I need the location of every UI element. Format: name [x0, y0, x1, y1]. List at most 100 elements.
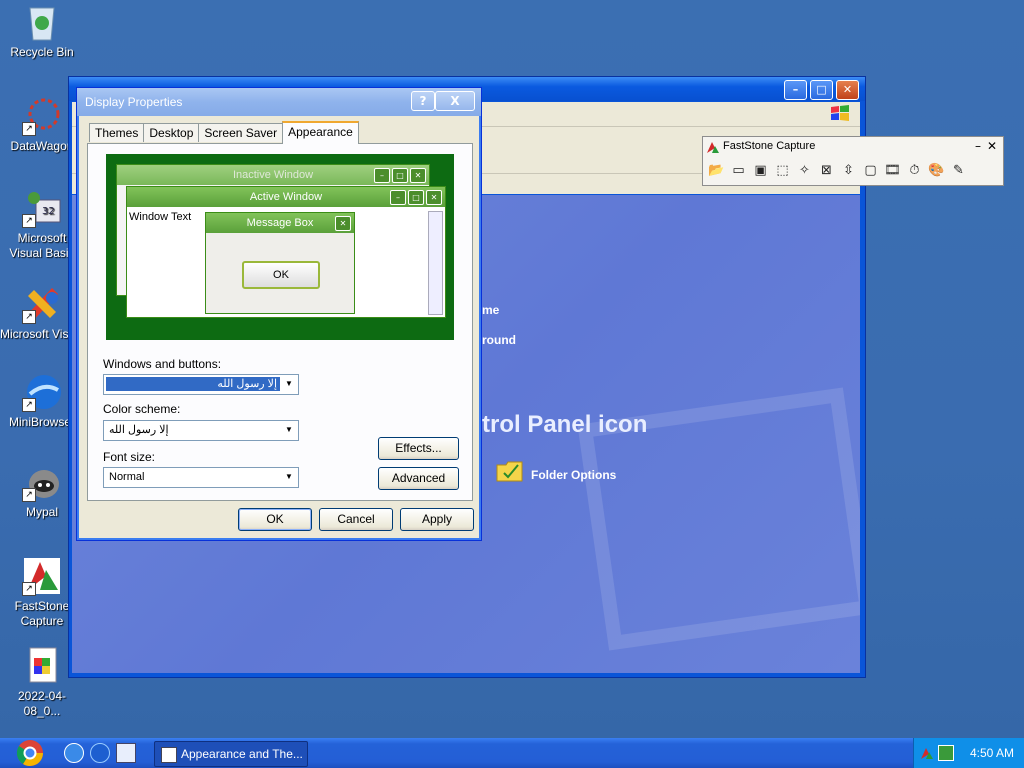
faststone-icon: ↗ [22, 556, 62, 596]
tab-screen-saver[interactable]: Screen Saver [198, 123, 284, 142]
dialog-close-button[interactable]: X [435, 91, 475, 111]
capture-window-icon[interactable]: ▭ [729, 162, 748, 180]
mypal-icon: ↗ [22, 462, 62, 502]
visual-basic-icon: 32 ↗ [22, 188, 62, 228]
link-theme[interactable]: me [482, 303, 499, 317]
appearance-preview: Inactive Window – □ ✕ Active Window – □ ✕ Wi… [106, 154, 454, 340]
close-icon: ✕ [426, 190, 442, 205]
font-size-label: Font size: [103, 450, 156, 464]
control-panel-task-icon [161, 746, 177, 763]
tab-desktop[interactable]: Desktop [143, 123, 200, 142]
svg-text:32: 32 [42, 206, 55, 217]
recycle-bin-icon [22, 2, 62, 42]
message-box-preview: Message Box ✕ OK [205, 212, 355, 314]
windows-buttons-value: إلا رسول الله [106, 377, 280, 391]
apply-button[interactable]: Apply [400, 508, 474, 531]
image-file-icon [22, 646, 62, 686]
chevron-down-icon[interactable]: ▼ [281, 422, 297, 438]
advanced-button[interactable]: Advanced [378, 467, 459, 490]
maximize-icon: □ [408, 190, 424, 205]
folder-options-icon [496, 459, 524, 483]
control-panel-icon-heading: trol Panel icon [482, 411, 648, 438]
close-button[interactable]: ✕ [836, 80, 859, 100]
appearance-panel: Inactive Window – □ ✕ Active Window – □ ✕ Wi… [87, 143, 473, 501]
capture-scrolling-icon[interactable]: ⇳ [839, 162, 858, 180]
link-background[interactable]: round [482, 333, 516, 347]
faststone-logo-icon [706, 140, 720, 154]
desktop-icon-label: Recycle Bin [10, 45, 74, 59]
faststone-tray-icon[interactable] [920, 746, 934, 760]
visual-cpp-icon: ↗ [22, 284, 62, 324]
desktop-icon-label: 2022-04-08_0... [17, 689, 67, 718]
capture-fixed-region-icon[interactable]: ▢ [861, 162, 880, 180]
message-box-ok-button: OK [242, 261, 320, 289]
network-tray-icon[interactable] [938, 745, 954, 761]
start-button[interactable] [0, 738, 58, 768]
faststone-close-button[interactable]: ✕ [987, 139, 997, 153]
output-options-icon[interactable]: 🎨 [927, 162, 946, 180]
chevron-down-icon[interactable]: ▼ [281, 469, 297, 485]
shortcut-arrow-icon: ↗ [22, 398, 36, 412]
minimize-icon: – [374, 168, 390, 183]
shortcut-arrow-icon: ↗ [22, 310, 36, 324]
link-folder-options[interactable]: Folder Options [531, 468, 616, 482]
show-desktop-icon[interactable] [116, 743, 136, 763]
delay-timer-icon[interactable]: ⏱ [905, 162, 924, 180]
display-properties-dialog[interactable]: Display Properties ? X Themes Desktop Sc… [76, 87, 482, 541]
font-size-select[interactable]: Normal ▼ [103, 467, 299, 488]
shortcut-arrow-icon: ↗ [22, 214, 36, 228]
tab-themes[interactable]: Themes [89, 123, 145, 142]
chevron-down-icon[interactable]: ▼ [281, 376, 297, 392]
color-scheme-select[interactable]: إلا رسول الله ▼ [103, 420, 299, 441]
shortcut-arrow-icon: ↗ [22, 582, 36, 596]
maximize-icon: □ [392, 168, 408, 183]
clock[interactable]: 4:50 AM [970, 746, 1014, 760]
shortcut-arrow-icon: ↗ [22, 122, 36, 136]
chrome-start-icon [16, 740, 44, 767]
tab-appearance[interactable]: Appearance [282, 121, 359, 144]
help-button[interactable]: ? [411, 91, 435, 111]
desktop: Recycle Bin ↗ DataWagon 32 ↗ Microsoft V… [0, 0, 1024, 738]
dialog-title: Display Properties [85, 95, 183, 109]
capture-freehand-icon[interactable]: ✧ [795, 162, 814, 180]
taskbar: Appearance and The... 4:50 AM [0, 738, 1024, 768]
ie-icon[interactable] [64, 743, 84, 763]
screen-recorder-icon[interactable]: 🎞 [883, 162, 902, 180]
open-file-icon[interactable]: 📂 [707, 162, 726, 180]
maximize-button[interactable]: □ [810, 80, 833, 100]
system-tray: 4:50 AM [913, 738, 1024, 768]
tab-strip: Themes Desktop Screen Saver Appearance [89, 121, 359, 144]
windows-flag-icon [831, 105, 849, 121]
minibrowser-icon: ↗ [22, 372, 62, 412]
capture-rectangle-icon[interactable]: ⬚ [773, 162, 792, 180]
cancel-button[interactable]: Cancel [319, 508, 393, 531]
faststone-capture-toolbar[interactable]: FastStone Capture – ✕ 📂 ▭ ▣ ⬚ ✧ ⊠ ⇳ ▢ 🎞 … [702, 136, 1004, 186]
font-size-value: Normal [109, 471, 145, 483]
taskbar-task-label: Appearance and The... [181, 747, 303, 761]
preview-scrollbar [428, 211, 443, 315]
effects-button[interactable]: Effects... [378, 437, 459, 460]
faststone-minimize-button[interactable]: – [975, 139, 981, 153]
close-icon: ✕ [335, 216, 351, 231]
minimize-button[interactable]: – [784, 80, 807, 100]
taskbar-task-appearance[interactable]: Appearance and The... [154, 741, 308, 767]
ok-button[interactable]: OK [238, 508, 312, 531]
dialog-titlebar[interactable]: Display Properties ? X [77, 88, 481, 116]
capture-fullscreen-icon[interactable]: ⊠ [817, 162, 836, 180]
datawagon-icon: ↗ [22, 96, 62, 136]
windows-buttons-label: Windows and buttons: [103, 357, 222, 371]
faststone-title: FastStone Capture [723, 140, 816, 152]
capture-object-icon[interactable]: ▣ [751, 162, 770, 180]
shortcut-arrow-icon: ↗ [22, 488, 36, 502]
minimize-icon: – [390, 190, 406, 205]
color-scheme-label: Color scheme: [103, 402, 181, 416]
settings-menu-icon[interactable]: ✎ [949, 162, 968, 180]
windows-buttons-select[interactable]: إلا رسول الله ▼ [103, 374, 299, 395]
window-text-sample: Window Text [129, 211, 192, 223]
quick-launch [64, 743, 136, 763]
color-scheme-value: إلا رسول الله [109, 424, 169, 436]
media-player-icon[interactable] [90, 743, 110, 763]
message-box-title: Message Box [206, 213, 354, 233]
desktop-icon-recycle-bin[interactable]: Recycle Bin [0, 2, 84, 60]
close-icon: ✕ [410, 168, 426, 183]
